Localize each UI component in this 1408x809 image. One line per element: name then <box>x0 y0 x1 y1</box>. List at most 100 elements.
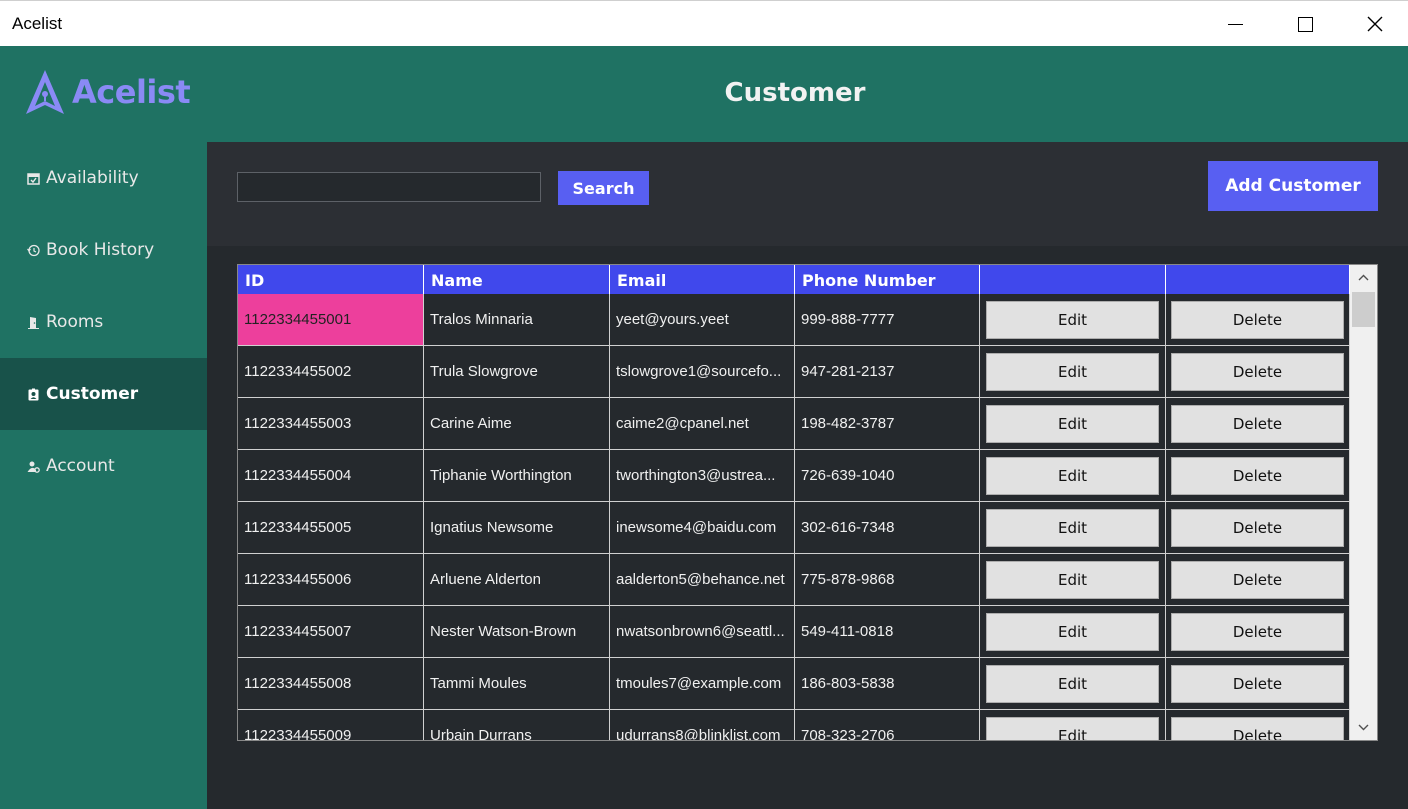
scroll-up-button[interactable] <box>1350 265 1377 290</box>
door-icon <box>26 315 40 329</box>
cell-phone[interactable]: 775-878-9868 <box>795 554 980 605</box>
cell-edit: Edit <box>980 502 1166 553</box>
sidebar-item-account[interactable]: Account <box>0 430 207 502</box>
cell-name[interactable]: Trula Slowgrove <box>424 346 610 397</box>
cell-id[interactable]: 1122334455009 <box>238 710 424 740</box>
cell-phone[interactable]: 549-411-0818 <box>795 606 980 657</box>
delete-button[interactable]: Delete <box>1171 664 1344 703</box>
cell-id[interactable]: 1122334455007 <box>238 606 424 657</box>
minimize-button[interactable] <box>1200 1 1270 47</box>
cell-delete: Delete <box>1166 450 1350 501</box>
sidebar-item-label: Availability <box>46 168 139 188</box>
cell-name[interactable]: Tralos Minnaria <box>424 294 610 345</box>
cell-phone[interactable]: 302-616-7348 <box>795 502 980 553</box>
column-header-email[interactable]: Email <box>610 265 795 294</box>
cell-phone[interactable]: 186-803-5838 <box>795 658 980 709</box>
cell-name[interactable]: Ignatius Newsome <box>424 502 610 553</box>
table-row[interactable]: 1122334455001 Tralos Minnaria yeet@yours.y… <box>238 294 1350 346</box>
delete-button[interactable]: Delete <box>1171 508 1344 547</box>
cell-delete: Delete <box>1166 710 1350 740</box>
sidebar-item-customer[interactable]: Customer <box>0 358 207 430</box>
edit-button[interactable]: Edit <box>986 508 1159 547</box>
cell-name[interactable]: Carine Aime <box>424 398 610 449</box>
delete-button[interactable]: Delete <box>1171 560 1344 599</box>
edit-button[interactable]: Edit <box>986 404 1159 443</box>
close-button[interactable] <box>1340 1 1408 47</box>
delete-button[interactable]: Delete <box>1171 352 1344 391</box>
cell-phone[interactable]: 708-323-2706 <box>795 710 980 740</box>
edit-button[interactable]: Edit <box>986 664 1159 703</box>
table-row[interactable]: 1122334455008 Tammi Moules tmoules7@exampl… <box>238 658 1350 710</box>
edit-button[interactable]: Edit <box>986 300 1159 339</box>
edit-button[interactable]: Edit <box>986 560 1159 599</box>
vertical-scrollbar[interactable] <box>1350 265 1377 740</box>
scroll-down-button[interactable] <box>1350 715 1377 740</box>
cell-delete: Delete <box>1166 502 1350 553</box>
cell-name[interactable]: Tammi Moules <box>424 658 610 709</box>
cell-name[interactable]: Arluene Alderton <box>424 554 610 605</box>
edit-button[interactable]: Edit <box>986 612 1159 651</box>
edit-button[interactable]: Edit <box>986 456 1159 495</box>
cell-email[interactable]: tmoules7@example.com <box>610 658 795 709</box>
column-header-name[interactable]: Name <box>424 265 610 294</box>
table-row[interactable]: 1122334455007 Nester Watson-Brown nwatsonb… <box>238 606 1350 658</box>
cell-phone[interactable]: 726-639-1040 <box>795 450 980 501</box>
logo-icon <box>26 70 64 114</box>
search-input[interactable] <box>237 172 541 202</box>
maximize-button[interactable] <box>1270 1 1340 47</box>
cell-edit: Edit <box>980 346 1166 397</box>
cell-id[interactable]: 1122334455004 <box>238 450 424 501</box>
cell-id[interactable]: 1122334455003 <box>238 398 424 449</box>
column-header-phone[interactable]: Phone Number <box>795 265 980 294</box>
cell-name[interactable]: Nester Watson-Brown <box>424 606 610 657</box>
add-customer-button[interactable]: Add Customer <box>1208 161 1378 211</box>
cell-delete: Delete <box>1166 346 1350 397</box>
scrollbar-thumb[interactable] <box>1352 292 1375 327</box>
column-header-delete <box>1166 265 1350 294</box>
close-icon <box>1367 16 1383 32</box>
cell-email[interactable]: tworthington3@ustrea... <box>610 450 795 501</box>
column-header-id[interactable]: ID <box>238 265 424 294</box>
delete-button[interactable]: Delete <box>1171 404 1344 443</box>
sidebar-item-label: Customer <box>46 384 139 404</box>
table-row[interactable]: 1122334455006 Arluene Alderton aalderton5@… <box>238 554 1350 606</box>
sidebar-item-rooms[interactable]: Rooms <box>0 286 207 358</box>
cell-phone[interactable]: 947-281-2137 <box>795 346 980 397</box>
chevron-down-icon <box>1358 724 1369 731</box>
app-logo: Acelist <box>24 68 191 116</box>
cell-phone[interactable]: 999-888-7777 <box>795 294 980 345</box>
cell-edit: Edit <box>980 554 1166 605</box>
cell-id[interactable]: 1122334455001 <box>238 294 424 345</box>
table-row[interactable]: 1122334455002 Trula Slowgrove tslowgrove1@… <box>238 346 1350 398</box>
delete-button[interactable]: Delete <box>1171 716 1344 740</box>
cell-edit: Edit <box>980 606 1166 657</box>
table-row[interactable]: 1122334455003 Carine Aime caime2@cpanel.ne… <box>238 398 1350 450</box>
calendar-check-icon <box>26 171 40 185</box>
cell-email[interactable]: yeet@yours.yeet <box>610 294 795 345</box>
cell-id[interactable]: 1122334455005 <box>238 502 424 553</box>
cell-phone[interactable]: 198-482-3787 <box>795 398 980 449</box>
cell-email[interactable]: inewsome4@baidu.com <box>610 502 795 553</box>
delete-button[interactable]: Delete <box>1171 456 1344 495</box>
table-row[interactable]: 1122334455005 Ignatius Newsome inewsome4@b… <box>238 502 1350 554</box>
search-button[interactable]: Search <box>558 171 649 205</box>
cell-id[interactable]: 1122334455002 <box>238 346 424 397</box>
cell-id[interactable]: 1122334455006 <box>238 554 424 605</box>
cell-name[interactable]: Tiphanie Worthington <box>424 450 610 501</box>
edit-button[interactable]: Edit <box>986 716 1159 740</box>
table-row[interactable]: 1122334455009 Urbain Durrans udurrans8@bli… <box>238 710 1350 740</box>
edit-button[interactable]: Edit <box>986 352 1159 391</box>
delete-button[interactable]: Delete <box>1171 612 1344 651</box>
cell-name[interactable]: Urbain Durrans <box>424 710 610 740</box>
cell-email[interactable]: aalderton5@behance.net <box>610 554 795 605</box>
cell-email[interactable]: nwatsonbrown6@seattl... <box>610 606 795 657</box>
cell-email[interactable]: caime2@cpanel.net <box>610 398 795 449</box>
sidebar-item-availability[interactable]: Availability <box>0 142 207 214</box>
table-row[interactable]: 1122334455004 Tiphanie Worthington tworthi… <box>238 450 1350 502</box>
cell-email[interactable]: udurrans8@blinklist.com <box>610 710 795 740</box>
customer-table: ID Name Email Phone Number 1122334455001… <box>237 264 1378 741</box>
delete-button[interactable]: Delete <box>1171 300 1344 339</box>
cell-id[interactable]: 1122334455008 <box>238 658 424 709</box>
sidebar-item-book-history[interactable]: Book History <box>0 214 207 286</box>
cell-email[interactable]: tslowgrove1@sourcefo... <box>610 346 795 397</box>
